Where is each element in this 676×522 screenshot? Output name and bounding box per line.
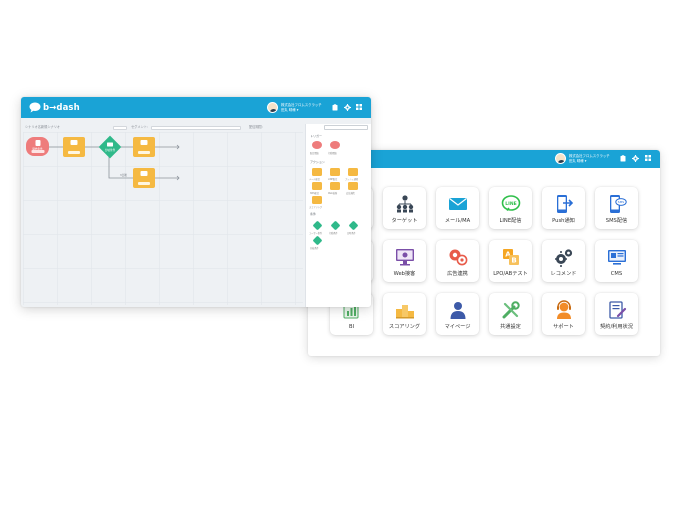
contract-icon: [607, 300, 627, 320]
palette-action-5[interactable]: [330, 182, 340, 190]
menu-tile-settings[interactable]: 共通設定: [489, 293, 532, 335]
menu-tile-sms[interactable]: SMS SMS配信: [595, 187, 638, 229]
editor-header: b→dash 株式会社フロムスクラッチ 田丸 晴様 ▾: [21, 97, 371, 118]
cms-icon: [607, 247, 627, 267]
palette-section-trigger: トリガー: [310, 134, 323, 138]
support-icon: [554, 300, 574, 320]
period-label: 配信期間：: [249, 125, 265, 129]
menu-tile-ab[interactable]: AB LPO/ABテスト: [489, 240, 532, 282]
document-icon: [35, 140, 40, 146]
palette-condition-3[interactable]: [348, 220, 359, 231]
palette-condition-2[interactable]: [330, 220, 341, 231]
brand-logo[interactable]: b→dash: [29, 102, 80, 113]
recommend-icon: [554, 247, 574, 267]
line-icon: LINE: [501, 194, 521, 214]
menu-tile-recommend[interactable]: レコメンド: [542, 240, 585, 282]
menu-tile-line[interactable]: LINE LINE配信: [489, 187, 532, 229]
menu-tile-mail[interactable]: メール/MA: [436, 187, 479, 229]
gear-icon[interactable]: [343, 104, 351, 112]
toolbar-select[interactable]: [113, 125, 127, 130]
menu-tile-push[interactable]: Push通知: [542, 187, 585, 229]
svg-text:SMS: SMS: [617, 200, 623, 204]
palette-action-3[interactable]: [348, 168, 358, 176]
scenario-name-value[interactable]: 新規シナリオ: [41, 124, 60, 131]
scoring-icon: [395, 300, 415, 320]
flow-node-branch[interactable]: [98, 135, 122, 159]
palette-action-1[interactable]: [312, 168, 322, 176]
svg-text:B: B: [511, 257, 516, 265]
avatar: [267, 102, 278, 113]
palette-trigger-2[interactable]: [330, 141, 340, 149]
mail-icon: [448, 194, 468, 214]
gear-icon[interactable]: [631, 155, 639, 163]
branch-node-label: 分岐条件: [104, 149, 116, 152]
flow-connectors: [49, 144, 180, 181]
menu-tile-contract[interactable]: 契約/利用状況: [595, 293, 638, 335]
flow-node-action-1[interactable]: [63, 137, 85, 157]
ad-icon: [448, 247, 468, 267]
palette-condition-1[interactable]: [312, 220, 323, 231]
push-icon: [554, 194, 574, 214]
menu-tile-web[interactable]: Web接客: [383, 240, 426, 282]
clipboard-icon[interactable]: [619, 155, 627, 163]
clipboard-icon[interactable]: [331, 104, 339, 112]
flow-node-start[interactable]: 開始条件: [26, 137, 49, 156]
palette-trigger-1[interactable]: [312, 141, 322, 149]
menu-tile-scoring[interactable]: スコアリング: [383, 293, 426, 335]
palette-condition-4[interactable]: [312, 235, 323, 246]
segment-label: セグメント：: [131, 125, 151, 129]
menu-tile-ad[interactable]: 広告連携: [436, 240, 479, 282]
avatar: [555, 153, 566, 164]
grid-icon[interactable]: [644, 155, 652, 163]
node-palette: トリガー 配信開始 行動開始 アクション メール配信 LINE配信 プッシュ通知…: [305, 124, 371, 307]
mail-icon: [140, 140, 148, 145]
flow-node-action-2[interactable]: [133, 137, 155, 157]
wait-link-label: 3日後: [120, 174, 127, 177]
menu-tile-mypage[interactable]: マイページ: [436, 293, 479, 335]
flow-canvas[interactable]: 開始条件 分岐条件 3日後: [23, 132, 303, 305]
mail-icon: [70, 140, 78, 145]
palette-search-input[interactable]: [324, 125, 368, 130]
product-composite: 株式会社フロムスクラッチ 田丸 晴様 ▾ ターゲット メール/MA LINE L…: [0, 0, 676, 522]
logo-text: b→dash: [43, 102, 80, 113]
scenario-editor-window: b→dash 株式会社フロムスクラッチ 田丸 晴様 ▾ シナリオ名： 新規シナリ…: [21, 97, 371, 307]
company-name: 株式会社フロムスクラッチ: [569, 154, 610, 159]
palette-action-7[interactable]: [312, 196, 322, 204]
sms-icon: SMS: [607, 194, 627, 214]
menu-tile-target[interactable]: ターゲット: [383, 187, 426, 229]
user-menu[interactable]: 株式会社フロムスクラッチ 田丸 晴様 ▾: [555, 153, 610, 164]
flow-node-action-3[interactable]: [133, 168, 155, 188]
segment-input[interactable]: [151, 125, 241, 130]
logo-bubble-icon: [29, 102, 41, 113]
grid-icon[interactable]: [355, 104, 363, 112]
user-menu[interactable]: 株式会社フロムスクラッチ 田丸 晴様 ▾: [267, 102, 322, 113]
svg-text:LINE: LINE: [505, 201, 516, 207]
palette-action-6[interactable]: [348, 182, 358, 190]
palette-section-condition: 条件: [310, 212, 317, 216]
user-name: 田丸 晴様 ▾: [569, 158, 587, 163]
web-icon: [395, 247, 415, 267]
company-name: 株式会社フロムスクラッチ: [281, 103, 322, 108]
user-name: 田丸 晴様 ▾: [281, 107, 299, 112]
settings-icon: [501, 300, 521, 320]
ab-icon: AB: [501, 247, 521, 267]
menu-tile-cms[interactable]: CMS: [595, 240, 638, 282]
palette-section-action: アクション: [310, 160, 325, 164]
hierarchy-icon: [395, 194, 415, 214]
mypage-icon: [448, 300, 468, 320]
scenario-toolbar: シナリオ名： 新規シナリオ セグメント： 配信期間：: [21, 124, 303, 131]
menu-tile-support[interactable]: サポート: [542, 293, 585, 335]
palette-action-2[interactable]: [330, 168, 340, 176]
web-icon: [140, 171, 148, 176]
palette-action-4[interactable]: [312, 182, 322, 190]
